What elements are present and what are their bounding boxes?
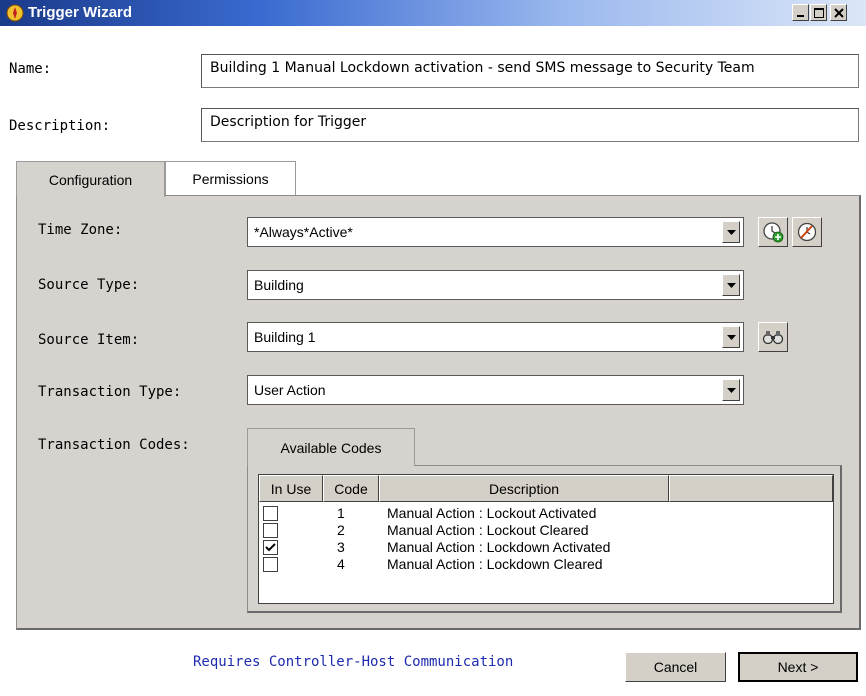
transaction-codes-label: Transaction Codes: <box>38 437 190 453</box>
cancel-button[interactable]: Cancel <box>625 652 726 682</box>
table-row[interactable]: 3 Manual Action : Lockdown Activated <box>259 539 833 556</box>
code-cell: 4 <box>337 556 345 572</box>
dropdown-arrow[interactable] <box>722 221 740 243</box>
maximize-icon <box>813 7 824 18</box>
dropdown-arrow[interactable] <box>722 326 740 348</box>
in-use-checkbox[interactable] <box>263 506 278 521</box>
chevron-down-icon <box>726 387 736 393</box>
column-code[interactable]: Code <box>323 475 379 502</box>
minimize-button[interactable] <box>792 4 809 21</box>
transaction-type-value: User Action <box>254 382 326 398</box>
time-zone-value: *Always*Active* <box>254 224 353 240</box>
description-cell: Manual Action : Lockout Cleared <box>387 522 589 538</box>
description-label: Description: <box>9 118 111 134</box>
description-cell: Manual Action : Lockout Activated <box>387 505 597 521</box>
chevron-down-icon <box>726 334 736 340</box>
table-row[interactable]: 1 Manual Action : Lockout Activated <box>259 505 833 522</box>
dropdown-arrow[interactable] <box>722 379 740 401</box>
codes-list-header: In Use Code Description <box>259 475 833 502</box>
code-cell: 3 <box>337 539 345 555</box>
in-use-checkbox[interactable] <box>263 540 278 555</box>
description-cell: Manual Action : Lockdown Activated <box>387 539 611 555</box>
code-cell: 1 <box>337 505 345 521</box>
table-row[interactable]: 2 Manual Action : Lockout Cleared <box>259 522 833 539</box>
codes-list[interactable]: In Use Code Description 1 Manual Action … <box>258 474 834 604</box>
source-type-value: Building <box>254 277 304 293</box>
title-bar[interactable]: Trigger Wizard <box>0 0 866 26</box>
dropdown-arrow[interactable] <box>722 274 740 296</box>
column-description[interactable]: Description <box>379 475 669 502</box>
column-empty[interactable] <box>669 475 833 502</box>
trigger-wizard-icon <box>6 4 24 22</box>
in-use-checkbox[interactable] <box>263 557 278 572</box>
time-zone-select[interactable]: *Always*Active* <box>247 217 744 247</box>
tab-permissions[interactable]: Permissions <box>165 161 296 195</box>
in-use-checkbox[interactable] <box>263 523 278 538</box>
edit-time-zone-button[interactable] <box>792 217 822 247</box>
browse-source-item-button[interactable] <box>758 322 788 352</box>
source-type-select[interactable]: Building <box>247 270 744 300</box>
add-time-zone-button[interactable] <box>758 217 788 247</box>
binoculars-icon <box>762 331 784 345</box>
chevron-down-icon <box>726 282 736 288</box>
name-input[interactable]: Building 1 Manual Lockdown activation - … <box>201 54 859 88</box>
source-type-label: Source Type: <box>38 277 140 293</box>
clock-edit-icon <box>797 222 817 242</box>
name-label: Name: <box>9 61 52 77</box>
source-item-label: Source Item: <box>38 332 140 348</box>
tab-available-codes[interactable]: Available Codes <box>247 428 415 466</box>
description-input[interactable]: Description for Trigger <box>201 108 859 142</box>
maximize-button[interactable] <box>810 4 827 21</box>
table-row[interactable]: 4 Manual Action : Lockdown Cleared <box>259 556 833 573</box>
time-zone-label: Time Zone: <box>38 222 123 238</box>
checkmark-icon <box>265 543 276 552</box>
window-title: Trigger Wizard <box>28 4 133 21</box>
source-item-select[interactable]: Building 1 <box>247 322 744 352</box>
close-icon <box>833 7 844 18</box>
transaction-type-select[interactable]: User Action <box>247 375 744 405</box>
requires-communication-note: Requires Controller-Host Communication <box>193 654 514 670</box>
minimize-icon <box>797 15 804 17</box>
next-button[interactable]: Next > <box>738 652 858 682</box>
column-in-use[interactable]: In Use <box>259 475 323 502</box>
tab-configuration[interactable]: Configuration <box>16 161 165 197</box>
chevron-down-icon <box>726 229 736 235</box>
source-item-value: Building 1 <box>254 329 316 345</box>
transaction-type-label: Transaction Type: <box>38 384 182 400</box>
description-cell: Manual Action : Lockdown Cleared <box>387 556 603 572</box>
code-cell: 2 <box>337 522 345 538</box>
close-button[interactable] <box>830 4 847 21</box>
clock-add-icon <box>763 222 784 243</box>
